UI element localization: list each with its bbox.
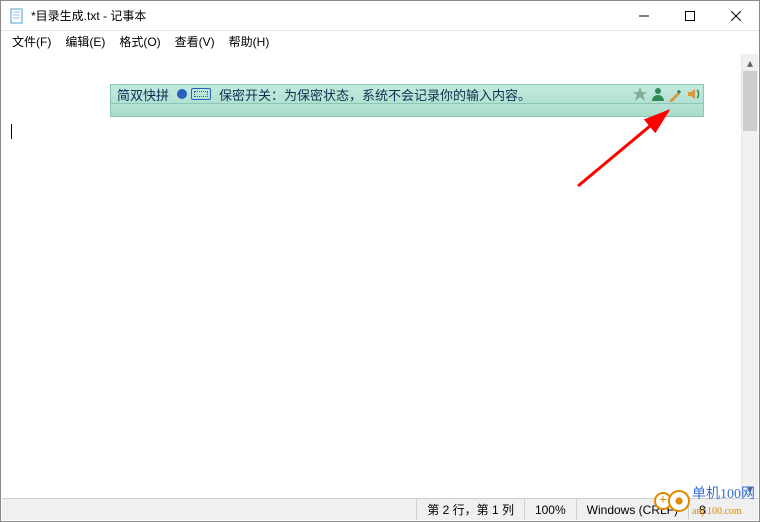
maximize-button[interactable] — [667, 1, 713, 31]
menubar: 文件(F) 编辑(E) 格式(O) 查看(V) 帮助(H) — [1, 31, 759, 52]
watermark-icon-large — [668, 490, 690, 512]
minimize-button[interactable] — [621, 1, 667, 31]
menu-view[interactable]: 查看(V) — [168, 31, 222, 52]
watermark: + 单机100网 anji100.com — [654, 483, 755, 519]
titlebar: *目录生成.txt - 记事本 — [1, 1, 759, 31]
pencil-icon[interactable] — [668, 86, 684, 102]
watermark-domain: anji100.com — [692, 506, 742, 517]
watermark-text: 单机100网 anji100.com — [692, 483, 755, 519]
text-caret — [11, 124, 12, 139]
menu-format[interactable]: 格式(O) — [112, 31, 167, 52]
close-button[interactable] — [713, 1, 759, 31]
status-position: 第 2 行，第 1 列 — [416, 499, 524, 520]
window-title: *目录生成.txt - 记事本 — [31, 7, 621, 24]
text-area[interactable] — [2, 54, 741, 497]
ime-dot-icon[interactable] — [177, 89, 187, 99]
speaker-icon[interactable] — [686, 86, 702, 102]
star-icon[interactable] — [632, 86, 648, 102]
ime-toolbar-footer — [110, 104, 704, 117]
menu-edit[interactable]: 编辑(E) — [58, 31, 112, 52]
scroll-up-icon[interactable]: ▴ — [742, 54, 758, 71]
scroll-thumb[interactable] — [743, 71, 757, 131]
menu-help[interactable]: 帮助(H) — [222, 31, 277, 52]
ime-toolbar[interactable]: 简双快拼 保密开关：为保密状态，系统不会记录你的输入内容。 — [110, 84, 704, 104]
ime-status-message: 保密开关：为保密状态，系统不会记录你的输入内容。 — [219, 85, 631, 104]
watermark-brand: 单机100网 — [692, 487, 755, 502]
notepad-icon — [9, 8, 25, 24]
vertical-scrollbar[interactable]: ▴ ▾ — [741, 54, 758, 497]
keyboard-icon[interactable] — [191, 88, 211, 100]
menu-file[interactable]: 文件(F) — [5, 31, 58, 52]
status-zoom: 100% — [524, 499, 576, 520]
person-icon[interactable] — [650, 86, 666, 102]
ime-mode-label[interactable]: 简双快拼 — [117, 85, 169, 104]
statusbar: 第 2 行，第 1 列 100% Windows (CRLF) 8 — [2, 498, 758, 520]
